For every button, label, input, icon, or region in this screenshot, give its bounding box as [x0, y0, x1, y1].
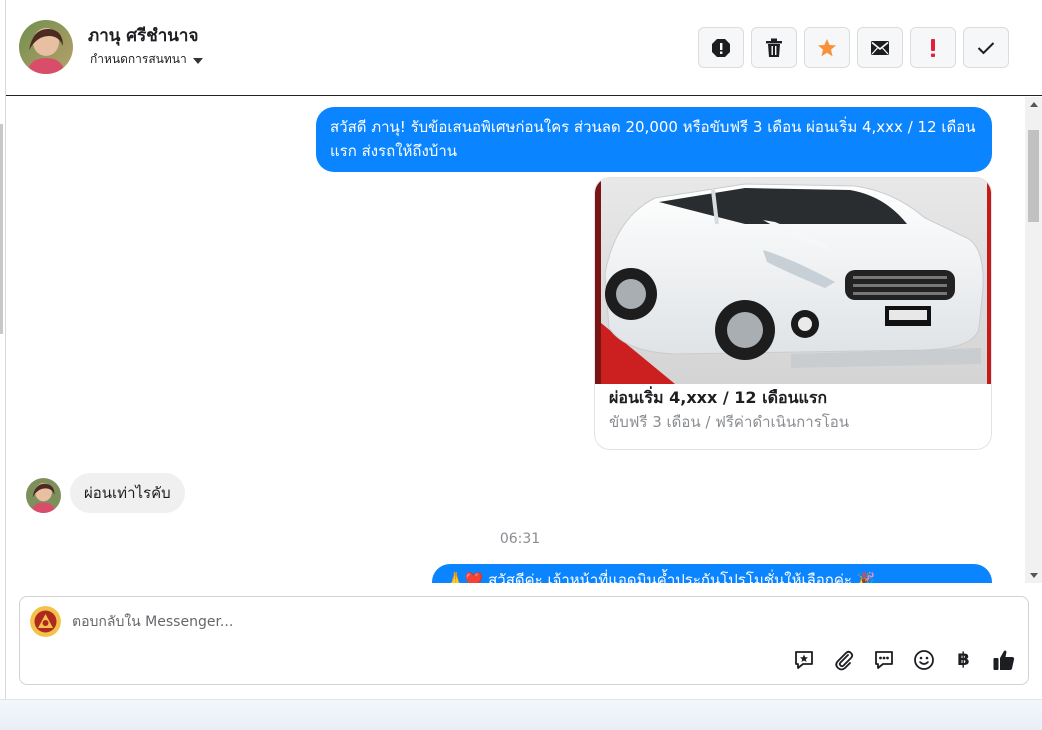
attachment-button[interactable]: [831, 647, 856, 672]
report-button[interactable]: [698, 27, 744, 68]
like-button[interactable]: [991, 647, 1016, 672]
mark-unread-button[interactable]: [857, 27, 903, 68]
outgoing-message[interactable]: สวัสดี ภานุ! รับข้อเสนอพิเศษก่อนใคร ส่วน…: [316, 107, 992, 172]
thread-scrollbar[interactable]: [1025, 97, 1042, 583]
exclamation-icon: [931, 38, 935, 57]
reply-composer: ฿: [19, 596, 1029, 685]
promo-card[interactable]: ผ่อนเริ่ม 4,xxx / 12 เดือนแรก ขับฟรี 3 เ…: [594, 177, 992, 450]
message-timestamp: 06:31: [499, 531, 541, 547]
trash-icon: [766, 38, 782, 57]
spam-button[interactable]: [910, 27, 956, 68]
assign-label: กำหนดการสนทนา: [90, 52, 187, 66]
contact-avatar-small[interactable]: [26, 478, 61, 513]
contact-avatar[interactable]: [19, 20, 73, 74]
star-button[interactable]: [804, 27, 850, 68]
check-icon: [977, 41, 995, 54]
mail-icon: [871, 40, 889, 55]
attachment-icon: [834, 650, 853, 670]
mark-done-button[interactable]: [963, 27, 1009, 68]
header-actions: [698, 27, 1009, 68]
left-scroll-indicator: [0, 124, 3, 334]
card-subtitle: ขับฟรี 3 เดือน / ฟรีค่าดำเนินการโอน: [609, 413, 850, 431]
reply-input[interactable]: [72, 609, 772, 635]
thumbs-up-icon: [993, 649, 1014, 670]
scroll-down-arrow-icon[interactable]: [1030, 573, 1038, 578]
contact-name[interactable]: ภานุ ศรีชำนาจ: [88, 22, 198, 49]
outgoing-message[interactable]: 🙏❤️ สวัสดีค่ะ เจ้าหน้าที่แอดมินค้ำประกัน…: [432, 564, 992, 583]
card-title: ผ่อนเริ่ม 4,xxx / 12 เดือนแรก: [609, 388, 828, 407]
composer-tools: ฿: [791, 647, 1016, 672]
star-icon: [818, 38, 836, 56]
quick-reply-button[interactable]: [871, 647, 896, 672]
chat-bubble-icon: [874, 650, 893, 669]
caret-down-icon: [192, 57, 203, 64]
saved-reply-icon: [794, 650, 813, 669]
delete-button[interactable]: [751, 27, 797, 68]
car-image: [595, 178, 991, 384]
emoji-icon: [913, 649, 934, 670]
payment-button[interactable]: ฿: [951, 647, 976, 672]
scrollbar-thumb[interactable]: [1028, 130, 1039, 222]
saved-reply-button[interactable]: [791, 647, 816, 672]
bottom-strip: [0, 699, 1042, 730]
alert-circle-icon: [712, 38, 730, 57]
message-thread[interactable]: สวัสดี ภานุ! รับข้อเสนอพิเศษก่อนใคร ส่วน…: [6, 97, 1042, 583]
messenger-inbox-window: ภานุ ศรีชำนาจ กำหนดการสนทนา สวัสดี ภานุ!…: [0, 0, 1042, 730]
assign-conversation-dropdown[interactable]: กำหนดการสนทนา: [90, 50, 203, 69]
baht-icon: ฿: [957, 649, 970, 670]
incoming-message[interactable]: ผ่อนเท่าไรคับ: [70, 473, 185, 513]
page-avatar: [30, 606, 61, 637]
scroll-up-arrow-icon[interactable]: [1030, 102, 1038, 107]
conversation-header: ภานุ ศรีชำนาจ กำหนดการสนทนา: [6, 0, 1042, 96]
emoji-button[interactable]: [911, 647, 936, 672]
